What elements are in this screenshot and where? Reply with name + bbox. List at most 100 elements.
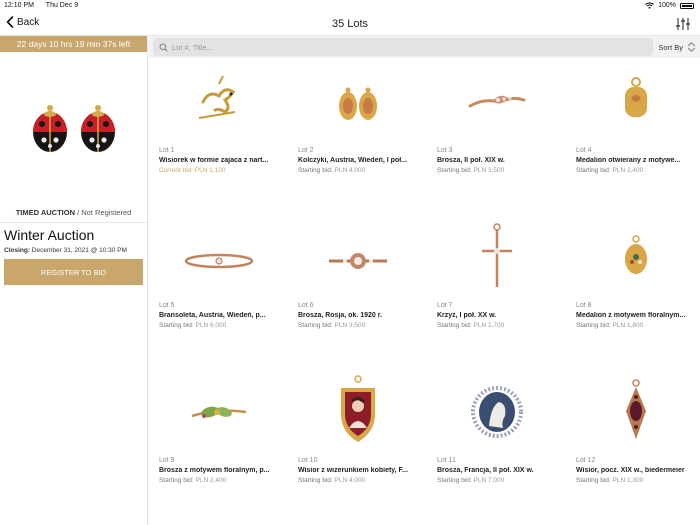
garnet-pendant-icon	[625, 379, 646, 439]
bid-label: Starting bid:	[437, 477, 472, 484]
lot-thumbnail	[149, 58, 288, 146]
lot-card[interactable]: Lot 11 Brosza, Francja, II poł. XIX w. S…	[427, 368, 566, 523]
locket-icon	[624, 77, 647, 117]
cameo-brooch-icon	[470, 386, 523, 438]
lot-title: Wisiorek w formie zajaca z nart...	[159, 157, 269, 164]
bid-label: Starting bid:	[576, 322, 611, 329]
lot-bid: Starting bid: PLN 3,500	[298, 322, 365, 329]
lot-card[interactable]: Lot 2 Kolczyki, Austria, Wiedeń, I poł..…	[288, 58, 427, 213]
bar-brooch-icon	[328, 253, 387, 269]
lot-card[interactable]: Lot 3 Brosza, II poł. XIX w. Starting bi…	[427, 58, 566, 213]
search-icon	[159, 42, 168, 52]
lots-panel: Sort By Lot 1 Wisiorek w formie zajaca z…	[149, 36, 700, 525]
lot-number: Lot 2	[298, 147, 314, 154]
lot-card[interactable]: Lot 7 Krzyż, I poł. XX w. Starting bid: …	[427, 213, 566, 368]
auction-sidebar: 22 days 10 hrs 19 min 37s left TIMED AUC…	[0, 36, 148, 525]
lot-number: Lot 10	[298, 457, 318, 464]
brooch-icon	[468, 95, 525, 108]
lot-title: Wisior z wizerunkiem kobiety, F...	[298, 467, 408, 474]
lot-card[interactable]: Lot 10 Wisior z wizerunkiem kobiety, F..…	[288, 368, 427, 523]
lot-card[interactable]: Lot 12 Wisior, pocz. XIX w., biedermeier…	[566, 368, 700, 523]
floral-brooch-icon	[191, 406, 246, 418]
lot-bid: Starting bid: PLN 6,000	[159, 322, 226, 329]
lot-thumbnail	[566, 58, 700, 146]
bid-value: PLN 7,000	[473, 477, 505, 484]
lot-title: Brosza, II poł. XIX w.	[437, 157, 505, 164]
floral-locket-icon	[624, 235, 647, 274]
lot-title: Krzyż, I poł. XX w.	[437, 312, 497, 319]
ladybug-earrings-icon	[32, 105, 115, 152]
sort-by-button[interactable]: Sort By	[658, 42, 696, 52]
bid-value: PLN 3,500	[334, 322, 366, 329]
lot-bid: Starting bid: PLN 2,400	[576, 167, 643, 174]
lot-title: Bransoleta, Austria, Wiedeń, p...	[159, 312, 266, 319]
lot-thumbnail	[427, 368, 566, 456]
earrings-icon	[338, 87, 377, 120]
auction-type: TIMED AUCTION / Not Registered	[0, 206, 147, 217]
lot-bid: Starting bid: PLN 4,000	[298, 477, 365, 484]
lot-number: Lot 1	[159, 147, 175, 154]
lot-number: Lot 11	[437, 457, 456, 464]
bid-value: PLN 4,000	[334, 477, 366, 484]
bid-value: PLN 2,400	[612, 167, 644, 174]
portrait-pendant-icon	[340, 375, 375, 442]
registration-status: / Not Registered	[75, 208, 132, 217]
closing-label: Closing:	[4, 247, 30, 254]
sort-arrows-icon	[687, 42, 696, 52]
lot-title: Brosza z motywem floralnym, p...	[159, 467, 270, 474]
bid-value: PLN 6,000	[195, 322, 227, 329]
lot-card[interactable]: Lot 5 Bransoleta, Austria, Wiedeń, p... …	[149, 213, 288, 368]
lot-number: Lot 8	[576, 302, 592, 309]
wifi-icon	[645, 2, 654, 9]
filter-sliders-icon[interactable]	[676, 17, 690, 31]
lot-bid: Starting bid: PLN 7,000	[437, 477, 504, 484]
lot-card[interactable]: Lot 9 Brosza z motywem floralnym, p... S…	[149, 368, 288, 523]
lot-bid: Starting bid: PLN 1,300	[576, 477, 643, 484]
lot-card[interactable]: Lot 4 Medalion otwierany z motywe... Sta…	[566, 58, 700, 213]
lot-number: Lot 6	[298, 302, 314, 309]
status-time: 12:10 PM	[4, 2, 34, 9]
bid-value: PLN 1,100	[194, 167, 226, 174]
navigation-bar: Back 35 Lots	[0, 12, 700, 36]
search-box[interactable]	[153, 38, 653, 56]
battery-percent: 100%	[658, 2, 676, 9]
search-row: Sort By	[149, 36, 700, 58]
lot-thumbnail	[427, 213, 566, 301]
register-to-bid-button[interactable]: REGISTER TO BID	[4, 259, 143, 285]
lot-number: Lot 5	[159, 302, 175, 309]
lot-number: Lot 7	[437, 302, 453, 309]
lot-title: Brosza, Francja, II poł. XIX w.	[437, 467, 534, 474]
lot-thumbnail	[427, 58, 566, 146]
closing-value: December 31, 2021 @ 10:30 PM	[30, 247, 127, 254]
lot-bid: Starting bid: PLN 1,700	[437, 322, 504, 329]
lot-card[interactable]: Lot 1 Wisiorek w formie zajaca z nart...…	[149, 58, 288, 213]
bid-value: PLN 1,800	[612, 322, 644, 329]
bid-value: PLN 1,700	[473, 322, 505, 329]
bid-value: PLN 2,400	[195, 477, 227, 484]
lot-thumbnail	[566, 368, 700, 456]
sidebar-divider	[0, 222, 147, 223]
bid-value: PLN 3,500	[473, 167, 505, 174]
bid-label: Starting bid:	[437, 167, 472, 174]
bid-label: Starting bid:	[159, 477, 194, 484]
lot-card[interactable]: Lot 6 Brosza, Rosja, ok. 1920 r. Startin…	[288, 213, 427, 368]
lot-title: Brosza, Rosja, ok. 1920 r.	[298, 312, 383, 319]
lot-thumbnail	[288, 213, 427, 301]
lot-bid: Starting bid: PLN 2,400	[159, 477, 226, 484]
cross-icon	[481, 223, 512, 287]
sort-by-label: Sort By	[658, 42, 683, 52]
bid-label: Starting bid:	[576, 477, 611, 484]
bid-label: Current bid:	[159, 167, 193, 174]
bid-label: Starting bid:	[437, 322, 472, 329]
lot-title: Medalion otwierany z motywe...	[576, 157, 681, 164]
bid-label: Starting bid:	[576, 167, 611, 174]
lot-thumbnail	[566, 213, 700, 301]
page-title: 35 Lots	[331, 18, 369, 30]
closing-info: Closing: December 31, 2021 @ 10:30 PM	[0, 247, 147, 254]
lot-card[interactable]: Lot 8 Medalion z motywem floralnym... St…	[566, 213, 700, 368]
lot-thumbnail	[288, 368, 427, 456]
lot-number: Lot 4	[576, 147, 592, 154]
lot-bid: Current bid: PLN 1,100	[159, 167, 226, 174]
bid-value: PLN 1,300	[612, 477, 644, 484]
search-input[interactable]	[172, 42, 632, 52]
